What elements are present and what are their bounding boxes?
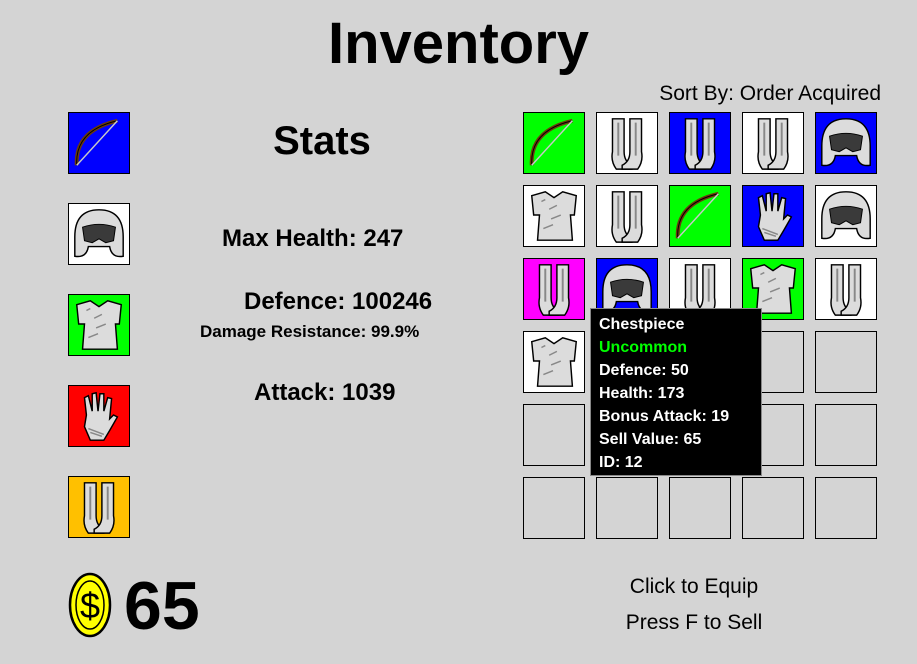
bow-icon [670,186,730,246]
stats-title: Stats [273,119,371,163]
money-amount: 65 [124,568,200,644]
leggings-icon [524,259,584,319]
equipped-slot[interactable] [68,476,130,538]
sell-hint: Press F to Sell [625,611,763,634]
dollar-coin-icon: $ [68,572,112,638]
inventory-slot[interactable] [596,112,658,174]
tooltip-id: ID: 12 [599,454,643,471]
inventory-slot[interactable] [815,185,877,247]
damage-resistance-stat: Damage Resistance: 99.9% [200,322,420,341]
inventory-slot[interactable] [669,185,731,247]
empty-inventory-slot[interactable] [815,477,877,539]
bow-icon [524,113,584,173]
equipped-slot[interactable] [68,385,130,447]
empty-inventory-slot[interactable] [815,331,877,393]
attack-stat: Attack: 1039 [254,379,396,406]
empty-inventory-slot[interactable] [669,477,731,539]
helmet-icon [816,113,876,173]
tooltip-item-name: Chestpiece [599,316,685,333]
equipped-slot[interactable] [68,112,130,174]
tooltip-bonus-attack: Bonus Attack: 19 [599,408,730,425]
max-health-stat: Max Health: 247 [222,225,404,252]
defence-stat: Defence: 100246 [244,288,433,315]
equipped-slot[interactable] [68,203,130,265]
svg-text:$: $ [80,585,100,626]
inventory-slot[interactable] [815,112,877,174]
gauntlet-icon [69,386,129,446]
leggings-icon [597,113,657,173]
page-title: Inventory [327,11,590,76]
inventory-slot[interactable] [596,185,658,247]
equipped-slot[interactable] [68,294,130,356]
empty-inventory-slot[interactable] [523,477,585,539]
inventory-slot[interactable] [815,258,877,320]
chestpiece-icon [69,295,129,355]
tooltip-rarity: Uncommon [599,339,687,356]
item-tooltip: Chestpiece Uncommon Defence: 50 Health: … [590,308,762,476]
bow-icon [69,113,129,173]
leggings-icon [670,113,730,173]
inventory-slot[interactable] [523,112,585,174]
gauntlet-icon [743,186,803,246]
tooltip-health: Health: 173 [599,385,685,402]
equip-hint: Click to Equip [629,575,759,598]
inventory-slot[interactable] [742,112,804,174]
leggings-icon [69,477,129,537]
helmet-icon [69,204,129,264]
chestpiece-icon [524,332,584,392]
inventory-slot[interactable] [669,112,731,174]
leggings-icon [597,186,657,246]
leggings-icon [743,113,803,173]
empty-inventory-slot[interactable] [523,404,585,466]
inventory-slot[interactable] [523,331,585,393]
tooltip-sell-value: Sell Value: 65 [599,431,702,448]
helmet-icon [816,186,876,246]
tooltip-defence: Defence: 50 [599,362,689,379]
chestpiece-icon [524,186,584,246]
sort-by-button[interactable]: Sort By: Order Acquired [600,81,881,107]
empty-inventory-slot[interactable] [596,477,658,539]
leggings-icon [816,259,876,319]
empty-inventory-slot[interactable] [815,404,877,466]
inventory-slot[interactable] [742,185,804,247]
inventory-slot[interactable] [523,185,585,247]
empty-inventory-slot[interactable] [742,477,804,539]
inventory-slot[interactable] [523,258,585,320]
